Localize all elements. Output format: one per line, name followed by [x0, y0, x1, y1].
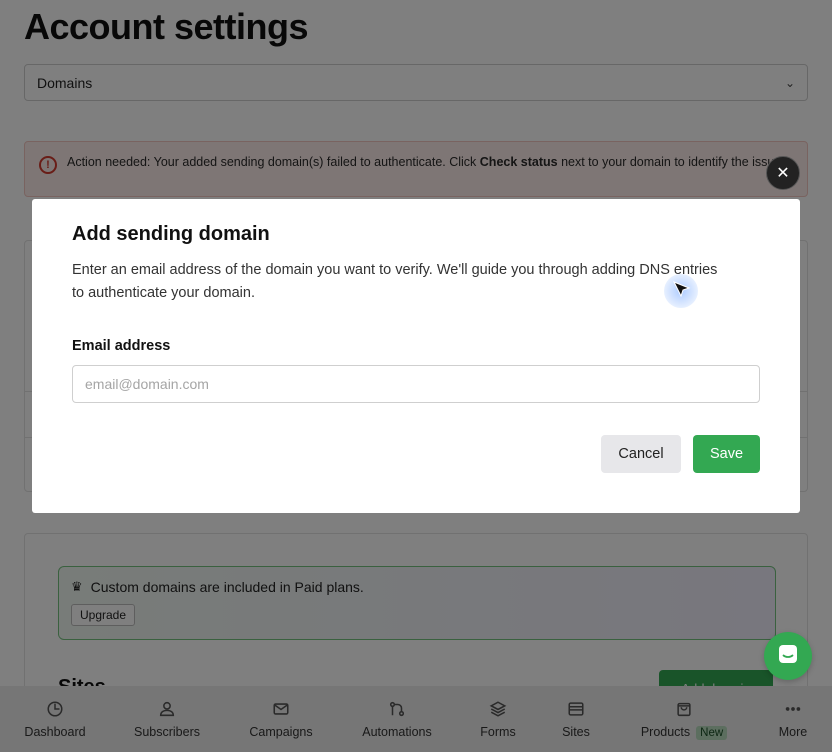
email-label: Email address	[72, 338, 171, 354]
close-modal-button[interactable]: ✕	[766, 156, 800, 190]
cancel-button[interactable]: Cancel	[601, 435, 681, 473]
email-input[interactable]	[72, 365, 760, 403]
mouse-cursor	[664, 274, 698, 308]
close-icon: ✕	[776, 165, 790, 182]
add-sending-domain-modal: Add sending domain Enter an email addres…	[32, 199, 800, 513]
modal-title: Add sending domain	[72, 223, 270, 245]
save-button[interactable]: Save	[693, 435, 760, 473]
modal-description: Enter an email address of the domain you…	[72, 262, 718, 301]
chat-launcher-button[interactable]	[764, 632, 812, 680]
chat-icon	[776, 642, 800, 671]
